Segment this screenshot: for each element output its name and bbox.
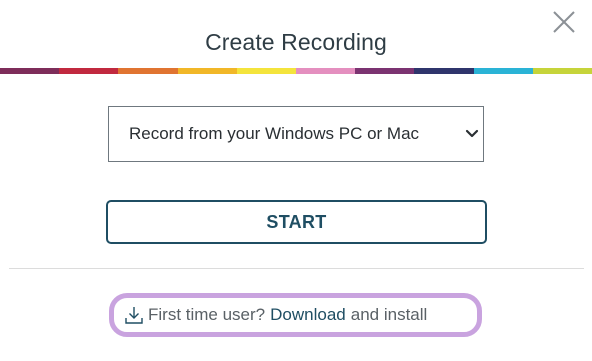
stripe-segment: [118, 68, 178, 74]
create-recording-dialog: Create Recording Record from your Window…: [0, 0, 592, 361]
record-source-select[interactable]: Record from your Windows PC or Mac: [108, 106, 484, 162]
download-prompt: First time user? Download and install: [109, 293, 482, 337]
stripe-segment: [414, 68, 474, 74]
download-prompt-prefix: First time user?: [148, 305, 266, 324]
stripe-segment: [236, 68, 297, 74]
stripe-segment: [0, 68, 60, 74]
stripe-segment: [355, 68, 415, 74]
download-icon[interactable]: [124, 305, 144, 325]
start-button[interactable]: START: [106, 200, 487, 244]
download-prompt-suffix: and install: [350, 305, 428, 324]
divider: [9, 268, 584, 269]
stripe-segment: [532, 68, 592, 74]
dialog-title: Create Recording: [205, 29, 387, 55]
brand-color-stripe: [0, 68, 592, 74]
download-link[interactable]: Download: [270, 305, 346, 325]
stripe-segment: [473, 68, 533, 74]
stripe-segment: [296, 68, 356, 74]
close-icon[interactable]: [551, 9, 577, 35]
chevron-down-icon[interactable]: [465, 128, 479, 140]
stripe-segment: [59, 68, 119, 74]
close-button[interactable]: [551, 9, 577, 35]
record-source-selected-value: Record from your Windows PC or Mac: [129, 124, 420, 143]
stripe-segment: [177, 68, 237, 74]
